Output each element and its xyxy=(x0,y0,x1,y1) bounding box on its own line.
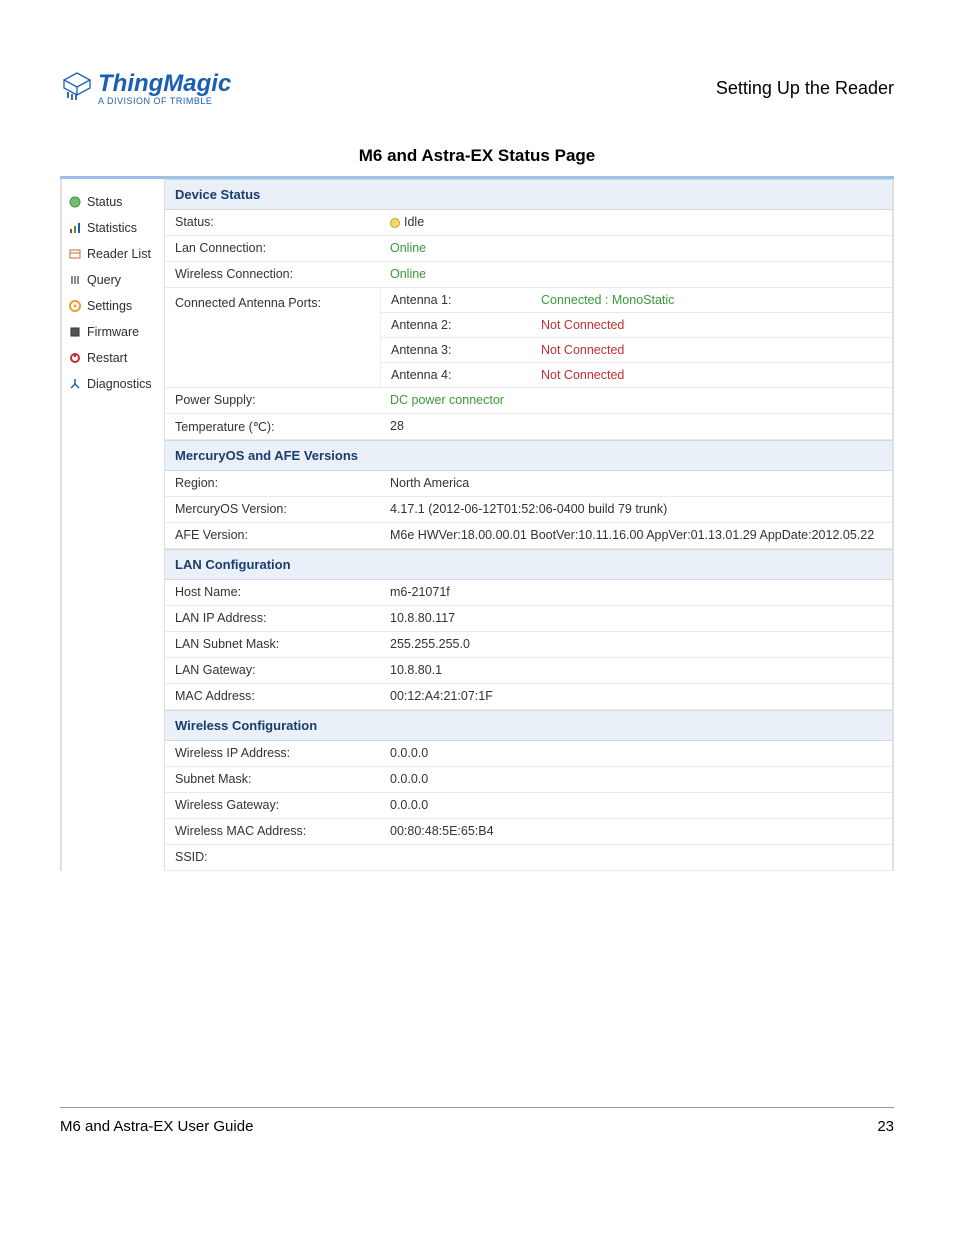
wireless-subnet-value: 0.0.0.0 xyxy=(380,767,892,792)
nav-item-diagnostics[interactable]: Diagnostics xyxy=(62,371,164,397)
antenna-label: Antenna 2: xyxy=(381,313,531,337)
antenna-status: Not Connected xyxy=(531,313,892,337)
antenna-row: Antenna 2:Not Connected xyxy=(381,313,892,338)
lan-ip-label: LAN IP Address: xyxy=(165,606,380,631)
nav-label: Diagnostics xyxy=(87,377,152,391)
afe-version-value: M6e HWVer:18.00.00.01 BootVer:10.11.16.0… xyxy=(380,523,892,548)
nav-label: Query xyxy=(87,273,121,287)
mac-address-label: MAC Address: xyxy=(165,684,380,709)
lan-gateway-value: 10.8.80.1 xyxy=(380,658,892,683)
antenna-row: Antenna 3:Not Connected xyxy=(381,338,892,363)
nav-label: Restart xyxy=(87,351,127,365)
idle-indicator-icon xyxy=(390,218,400,228)
wireless-gateway-label: Wireless Gateway: xyxy=(165,793,380,818)
wireless-mac-value: 00:80:48:5E:65:B4 xyxy=(380,819,892,844)
antenna-label: Antenna 4: xyxy=(381,363,531,387)
page-title: M6 and Astra-EX Status Page xyxy=(60,146,894,166)
brand-tagline: A DIVISION OF TRIMBLE xyxy=(98,96,231,106)
lan-subnet-label: LAN Subnet Mask: xyxy=(165,632,380,657)
antenna-label: Antenna 1: xyxy=(381,288,531,312)
nav-item-reader-list[interactable]: Reader List xyxy=(62,241,164,267)
antenna-ports-label: Connected Antenna Ports: xyxy=(165,288,380,387)
restart-icon xyxy=(68,351,82,365)
nav-label: Firmware xyxy=(87,325,139,339)
wireless-subnet-label: Subnet Mask: xyxy=(165,767,380,792)
section-header-versions: MercuryOS and AFE Versions xyxy=(165,440,892,471)
mercuryos-version-label: MercuryOS Version: xyxy=(165,497,380,522)
temperature-value: 28 xyxy=(380,414,892,439)
section-header-wireless: Wireless Configuration xyxy=(165,710,892,741)
sidebar: Status Statistics Reader List Query Settings… xyxy=(60,179,165,871)
nav-item-status[interactable]: Status xyxy=(62,189,164,215)
power-supply-label: Power Supply: xyxy=(165,388,380,413)
nav-item-query[interactable]: Query xyxy=(62,267,164,293)
lan-ip-value: 10.8.80.117 xyxy=(380,606,892,631)
nav-label: Statistics xyxy=(87,221,137,235)
section-header-device-status: Device Status xyxy=(165,179,892,210)
host-name-label: Host Name: xyxy=(165,580,380,605)
brand-text: ThingMagic xyxy=(98,70,231,98)
page-section-title: Setting Up the Reader xyxy=(716,78,894,99)
wireless-connection-value: Online xyxy=(380,262,892,287)
status-page-screenshot: Status Statistics Reader List Query Settings… xyxy=(60,176,894,871)
nav-item-settings[interactable]: Settings xyxy=(62,293,164,319)
region-value: North America xyxy=(380,471,892,496)
nav-label: Status xyxy=(87,195,122,209)
logo-icon xyxy=(60,70,94,100)
mac-address-value: 00:12:A4:21:07:1F xyxy=(380,684,892,709)
antenna-label: Antenna 3: xyxy=(381,338,531,362)
antenna-row: Antenna 1:Connected : MonoStatic xyxy=(381,288,892,313)
stats-icon xyxy=(68,221,82,235)
antenna-table: Antenna 1:Connected : MonoStaticAntenna … xyxy=(380,288,892,387)
nav-item-firmware[interactable]: Firmware xyxy=(62,319,164,345)
afe-version-label: AFE Version: xyxy=(165,523,380,548)
status-icon xyxy=(68,195,82,209)
region-label: Region: xyxy=(165,471,380,496)
firmware-icon xyxy=(68,325,82,339)
antenna-status: Not Connected xyxy=(531,338,892,362)
lan-connection-value: Online xyxy=(380,236,892,261)
query-icon xyxy=(68,273,82,287)
lan-connection-label: Lan Connection: xyxy=(165,236,380,261)
content: Device Status Status: Idle Lan Connectio… xyxy=(165,179,894,871)
list-icon xyxy=(68,247,82,261)
ssid-label: SSID: xyxy=(165,845,380,870)
status-value: Idle xyxy=(380,210,892,235)
lan-subnet-value: 255.255.255.0 xyxy=(380,632,892,657)
nav-item-restart[interactable]: Restart xyxy=(62,345,164,371)
nav-label: Settings xyxy=(87,299,132,313)
gear-icon xyxy=(68,299,82,313)
logo: ThingMagic A DIVISION OF TRIMBLE xyxy=(60,70,231,106)
ssid-value xyxy=(380,845,892,870)
section-header-lan: LAN Configuration xyxy=(165,549,892,580)
antenna-status: Connected : MonoStatic xyxy=(531,288,892,312)
status-text: Idle xyxy=(404,215,424,229)
antenna-row: Antenna 4:Not Connected xyxy=(381,363,892,387)
footer-left: M6 and Astra-EX User Guide xyxy=(60,1118,253,1135)
nav-item-statistics[interactable]: Statistics xyxy=(62,215,164,241)
status-label: Status: xyxy=(165,210,380,235)
page-footer: M6 and Astra-EX User Guide 23 xyxy=(60,1107,894,1135)
footer-page-number: 23 xyxy=(877,1118,894,1135)
power-supply-value: DC power connector xyxy=(380,388,892,413)
lan-gateway-label: LAN Gateway: xyxy=(165,658,380,683)
host-name-value: m6-21071f xyxy=(380,580,892,605)
wireless-ip-label: Wireless IP Address: xyxy=(165,741,380,766)
wireless-connection-label: Wireless Connection: xyxy=(165,262,380,287)
diag-icon xyxy=(68,377,82,391)
nav-label: Reader List xyxy=(87,247,151,261)
antenna-status: Not Connected xyxy=(531,363,892,387)
wireless-mac-label: Wireless MAC Address: xyxy=(165,819,380,844)
wireless-gateway-value: 0.0.0.0 xyxy=(380,793,892,818)
temperature-label: Temperature (℃): xyxy=(165,414,380,439)
wireless-ip-value: 0.0.0.0 xyxy=(380,741,892,766)
mercuryos-version-value: 4.17.1 (2012-06-12T01:52:06-0400 build 7… xyxy=(380,497,892,522)
